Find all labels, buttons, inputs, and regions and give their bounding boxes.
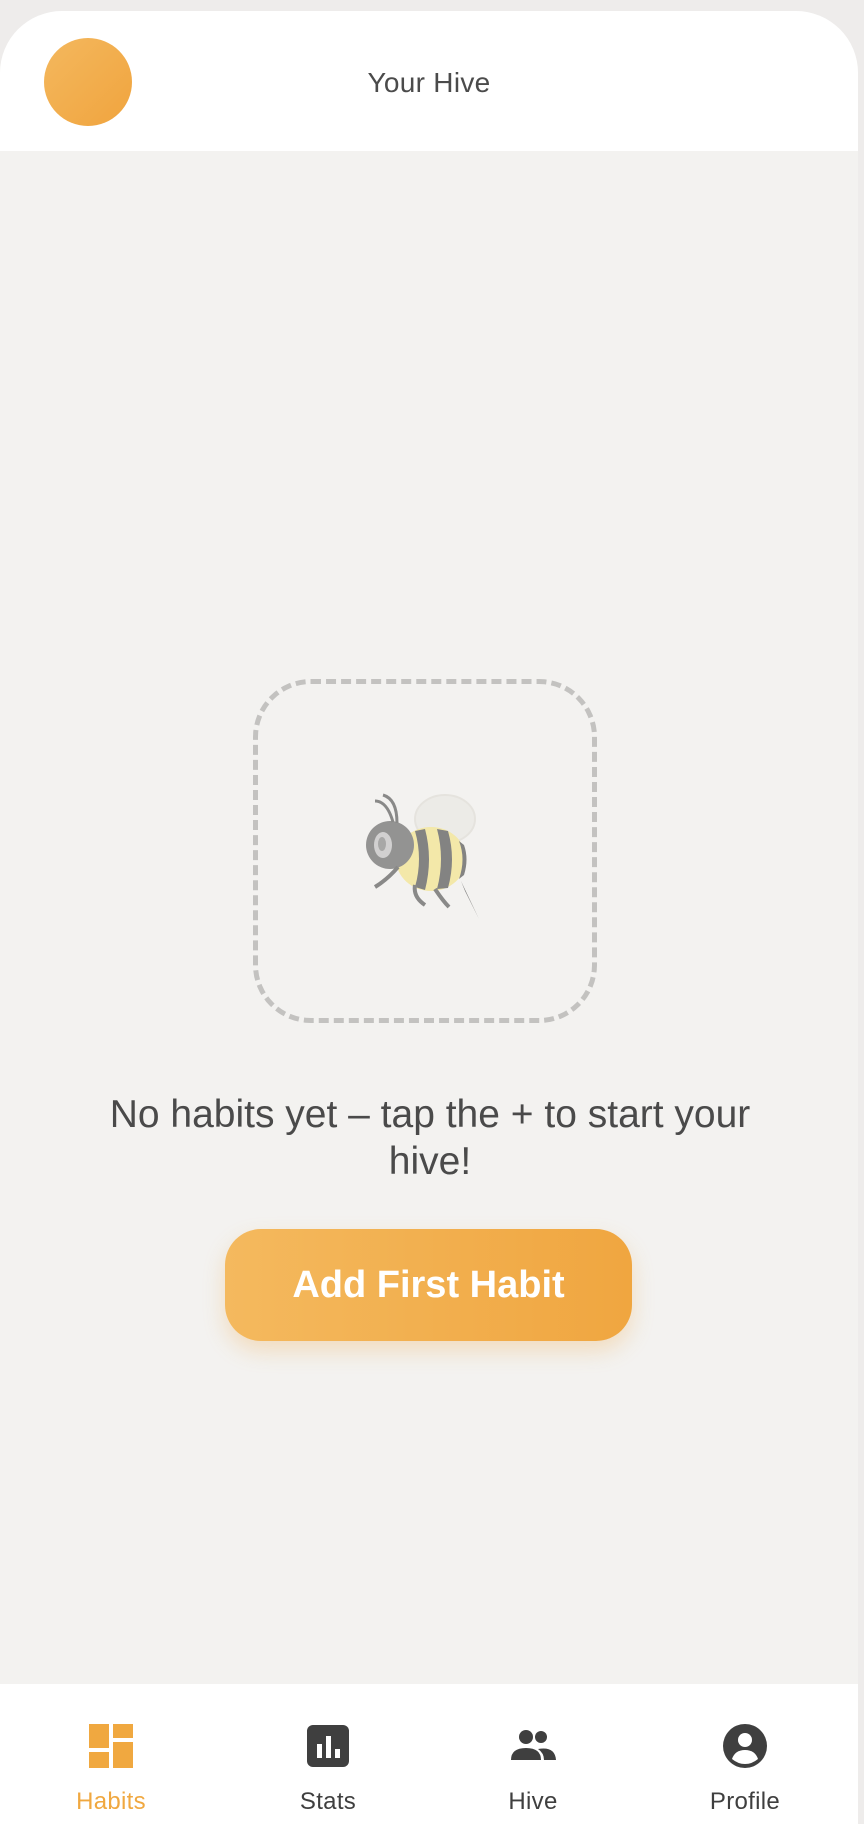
nav-item-profile[interactable]: Profile bbox=[645, 1684, 845, 1824]
bar-chart-icon bbox=[307, 1725, 349, 1767]
app-screen: Your Hive No habits yet – tap the + to s… bbox=[0, 11, 858, 1824]
nav-item-habits[interactable]: Habits bbox=[11, 1684, 211, 1824]
group-icon bbox=[511, 1730, 556, 1760]
add-first-habit-button[interactable]: Add First Habit bbox=[225, 1229, 632, 1341]
page-title: Your Hive bbox=[367, 67, 491, 98]
top-bar: Your Hive bbox=[0, 11, 858, 151]
bee-icon bbox=[366, 793, 479, 919]
nav-label-hive: Hive bbox=[508, 1788, 558, 1815]
empty-state-message: No habits yet – tap the + to start your … bbox=[109, 1093, 751, 1183]
account-circle-icon bbox=[723, 1724, 767, 1768]
bottom-nav: Habits Stats Hive Profile bbox=[0, 1684, 858, 1824]
nav-label-profile: Profile bbox=[709, 1788, 781, 1815]
nav-item-hive[interactable]: Hive bbox=[433, 1684, 633, 1824]
nav-item-stats[interactable]: Stats bbox=[228, 1684, 428, 1824]
empty-state-illustration bbox=[253, 679, 597, 1023]
dashboard-icon bbox=[89, 1724, 133, 1768]
nav-label-stats: Stats bbox=[299, 1788, 357, 1815]
nav-label-habits: Habits bbox=[76, 1788, 146, 1815]
